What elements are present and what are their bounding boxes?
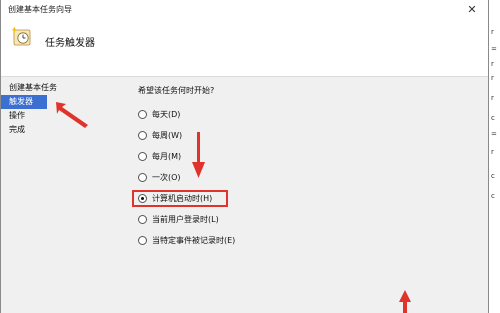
radio-circle[interactable] <box>138 131 147 140</box>
background-text: r <box>491 94 494 102</box>
sidebar-item-finish[interactable]: 完成 <box>1 123 116 137</box>
radio-circle[interactable] <box>138 236 147 245</box>
wizard-steps-sidebar: 创建基本任务 触发器 操作 完成 <box>1 81 116 137</box>
radio-daily[interactable]: 每天(D) <box>138 104 478 125</box>
trigger-prompt: 希望该任务何时开始? <box>138 86 215 95</box>
radio-monthly[interactable]: 每月(M) <box>138 146 478 167</box>
background-text: c <box>491 192 495 200</box>
clock-task-icon <box>11 26 31 46</box>
radio-computer-startup[interactable]: 计算机启动时(H) <box>132 188 478 209</box>
page-title: 任务触发器 <box>45 38 95 49</box>
radio-label: 每周(W) <box>152 131 183 140</box>
task-wizard-window: 创建基本任务向导 ✕ 任务触发器 创建基本任务 触发器 操作 完成 希望该任务何… <box>0 0 489 313</box>
background-text: r <box>491 148 494 156</box>
radio-circle[interactable] <box>138 152 147 161</box>
radio-weekly[interactable]: 每周(W) <box>138 125 478 146</box>
title-bar[interactable]: 创建基本任务向导 ✕ <box>1 0 488 18</box>
radio-circle[interactable] <box>138 110 147 119</box>
wizard-content: 创建基本任务 触发器 操作 完成 希望该任务何时开始? 每天(D) 每周(W) … <box>1 76 488 313</box>
radio-event-logged[interactable]: 当特定事件被记录时(E) <box>138 230 478 251</box>
radio-circle[interactable] <box>138 215 147 224</box>
background-text: r <box>491 28 494 36</box>
radio-label: 一次(O) <box>152 173 181 182</box>
background-text: c <box>491 172 495 180</box>
background-text: = <box>491 45 497 53</box>
sidebar-item-trigger[interactable]: 触发器 <box>1 95 47 109</box>
background-text: = <box>491 130 497 138</box>
radio-label: 当特定事件被记录时(E) <box>152 236 236 245</box>
background-text: c <box>491 114 495 122</box>
window-title: 创建基本任务向导 <box>8 5 72 14</box>
radio-circle[interactable] <box>138 173 147 182</box>
radio-label: 当前用户登录时(L) <box>152 215 219 224</box>
close-button[interactable]: ✕ <box>460 1 484 17</box>
radio-label: 计算机启动时(H) <box>152 194 213 203</box>
background-text: r <box>491 74 494 82</box>
sidebar-item-create-basic-task[interactable]: 创建基本任务 <box>1 81 116 95</box>
background-window-edge: r = r r r c = r c c <box>489 0 500 313</box>
radio-user-logon[interactable]: 当前用户登录时(L) <box>138 209 478 230</box>
sidebar-item-action[interactable]: 操作 <box>1 109 116 123</box>
close-icon: ✕ <box>467 2 477 16</box>
trigger-panel: 希望该任务何时开始? 每天(D) 每周(W) 每月(M) 一次(O) 计算机启动… <box>132 85 478 251</box>
background-text: r <box>491 60 494 68</box>
radio-label: 每天(D) <box>152 110 181 119</box>
radio-circle-selected[interactable] <box>138 194 147 203</box>
wizard-header: 任务触发器 <box>1 18 488 76</box>
radio-once[interactable]: 一次(O) <box>138 167 478 188</box>
radio-label: 每月(M) <box>152 152 182 161</box>
